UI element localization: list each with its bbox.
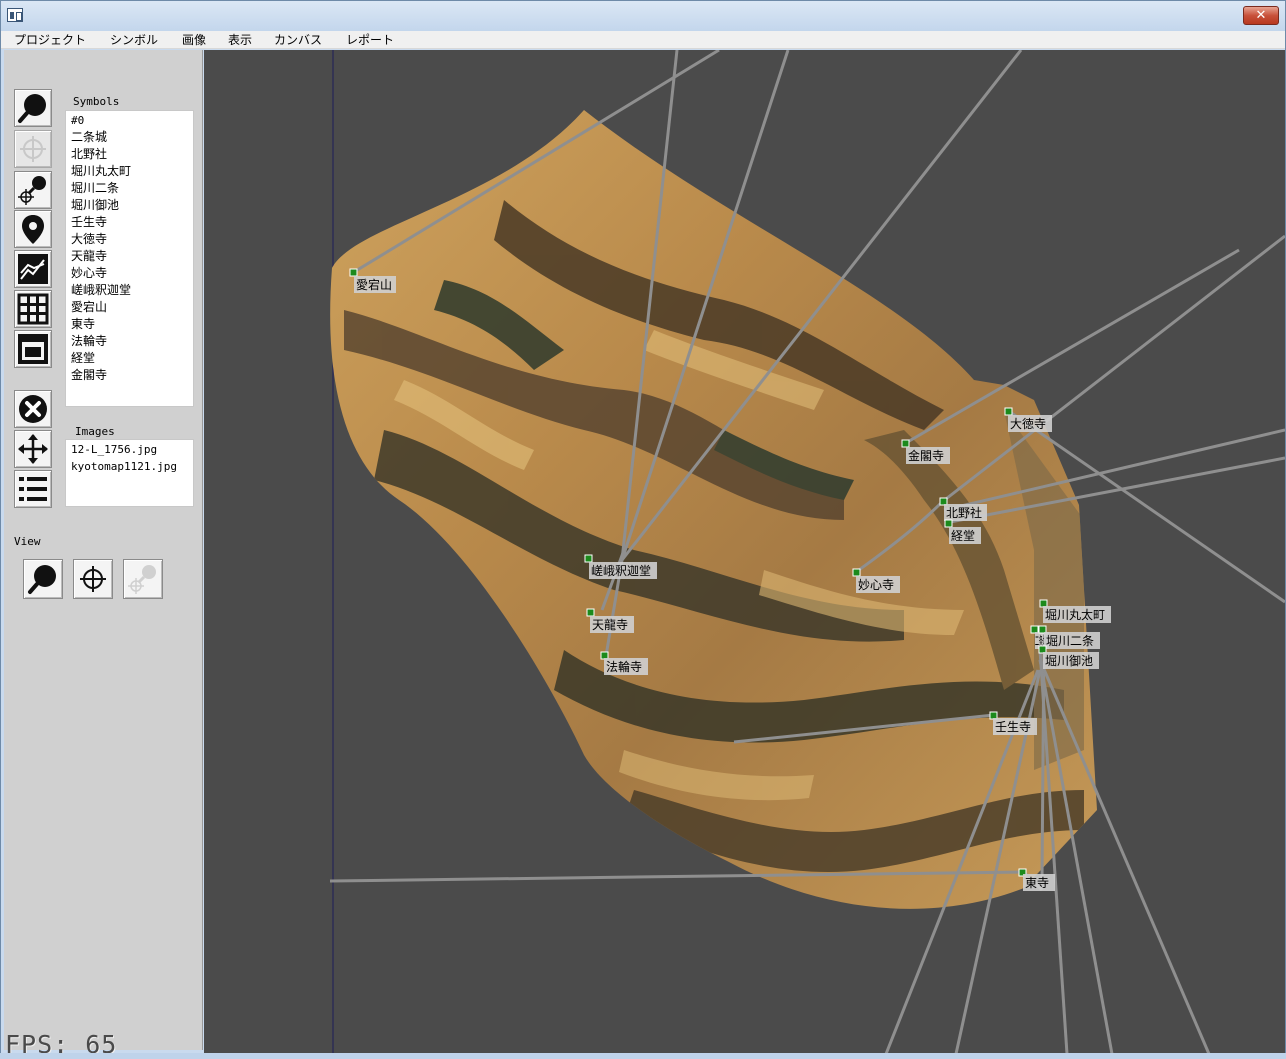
layout-tool-button[interactable] xyxy=(14,330,52,368)
list-item[interactable]: kyotomap1121.jpg xyxy=(71,458,193,475)
grid-tool-button[interactable] xyxy=(14,290,52,328)
title-bar: ✕ xyxy=(1,1,1285,31)
list-item[interactable]: 12-L_1756.jpg xyxy=(71,441,193,458)
list-item[interactable]: 経堂 xyxy=(71,350,193,367)
list-item[interactable]: 壬生寺 xyxy=(71,214,193,231)
magnifier-icon xyxy=(28,565,56,594)
marker-label: 壬生寺 xyxy=(995,720,1031,734)
marker-label: 金閣寺 xyxy=(908,448,944,463)
images-header: Images xyxy=(75,425,115,438)
magnifier-icon xyxy=(18,94,46,123)
line-chart-icon xyxy=(18,254,48,284)
view-zoom-button[interactable] xyxy=(23,559,63,599)
list-item[interactable]: 嵯峨釈迦堂 xyxy=(71,282,193,299)
crosshair-icon xyxy=(80,566,106,592)
list-item[interactable]: 堀川御池 xyxy=(71,197,193,214)
chart-tool-button[interactable] xyxy=(14,250,52,288)
menu-view[interactable]: 表示 xyxy=(228,32,252,48)
marker-label: 北野社 xyxy=(946,505,982,520)
marker-label: 妙心寺 xyxy=(858,578,894,592)
marker-label: 愛宕山 xyxy=(356,277,392,292)
menu-report[interactable]: レポート xyxy=(346,32,394,48)
marker-label: 東寺 xyxy=(1025,876,1049,890)
place-pin-tool-button[interactable] xyxy=(14,210,52,248)
symbols-list[interactable]: #0 二条城 北野社 堀川丸太町 堀川二条 堀川御池 壬生寺 大徳寺 天龍寺 妙… xyxy=(65,110,194,407)
list-item[interactable]: 東寺 xyxy=(71,316,193,333)
close-button[interactable]: ✕ xyxy=(1243,6,1279,25)
list-item[interactable]: 大徳寺 xyxy=(71,231,193,248)
grid-icon xyxy=(17,293,49,325)
app-icon xyxy=(7,8,23,22)
magnifier-crosshair-icon xyxy=(18,176,46,205)
list-item[interactable]: 妙心寺 xyxy=(71,265,193,282)
app-window: ✕ プロジェクト シンボル 画像 表示 カンバス レポート Symbols #0… xyxy=(0,0,1286,1059)
delete-tool-button[interactable] xyxy=(14,390,52,428)
menu-project[interactable]: プロジェクト xyxy=(14,32,86,48)
view-label: View xyxy=(14,535,41,548)
list-tool-button[interactable] xyxy=(14,470,52,508)
map-canvas[interactable]: 愛宕山 大徳寺 金閣寺 北野社 経堂 嵯峨釈迦堂 妙心寺 天龍寺 法輪寺 堀川丸… xyxy=(204,50,1285,1054)
move-tool-button[interactable] xyxy=(14,430,52,468)
sidebar: Symbols #0 二条城 北野社 堀川丸太町 堀川二条 堀川御池 壬生寺 大… xyxy=(4,50,203,1050)
menu-canvas[interactable]: カンバス xyxy=(274,32,322,48)
marker-label: 堀川御池 xyxy=(1045,653,1093,668)
marker-label: 大徳寺 xyxy=(1010,416,1046,431)
move-arrows-icon xyxy=(18,434,48,464)
marker-label: 経堂 xyxy=(951,529,975,543)
magnifier-crosshair-icon xyxy=(128,565,156,594)
marker-label: 堀川二条 xyxy=(1046,633,1094,648)
list-item[interactable]: 愛宕山 xyxy=(71,299,193,316)
list-item[interactable]: 天龍寺 xyxy=(71,248,193,265)
marker-label: 天龍寺 xyxy=(592,617,628,632)
marker-label: 法輪寺 xyxy=(606,659,642,674)
window-layout-icon xyxy=(18,334,48,364)
list-item[interactable]: 北野社 xyxy=(71,146,193,163)
symbols-header: Symbols xyxy=(73,95,120,108)
menu-symbol[interactable]: シンボル xyxy=(110,32,158,48)
zoom-tool-button[interactable] xyxy=(14,89,52,127)
view-target-button[interactable] xyxy=(73,559,113,599)
map-viewport[interactable]: 愛宕山 大徳寺 金閣寺 北野社 経堂 嵯峨釈迦堂 妙心寺 天龍寺 法輪寺 堀川丸… xyxy=(204,50,1285,1054)
view-zoom-target-button[interactable] xyxy=(123,559,163,599)
list-item[interactable]: 法輪寺 xyxy=(71,333,193,350)
list-item[interactable]: 金閣寺 xyxy=(71,367,193,384)
marker-label: 嵯峨釈迦堂 xyxy=(591,564,651,578)
list-item[interactable]: #0 xyxy=(71,112,193,129)
close-circle-icon xyxy=(19,395,47,423)
window-bottom-border xyxy=(0,1053,1286,1057)
list-icon xyxy=(19,477,47,501)
marker-label: 堀川丸太町 xyxy=(1045,607,1105,622)
target-tool-button[interactable] xyxy=(14,130,52,168)
crosshair-icon xyxy=(20,136,46,162)
zoom-target-tool-button[interactable] xyxy=(14,171,52,209)
list-item[interactable]: 堀川二条 xyxy=(71,180,193,197)
list-item[interactable]: 二条城 xyxy=(71,129,193,146)
list-item[interactable]: 堀川丸太町 xyxy=(71,163,193,180)
menu-image[interactable]: 画像 xyxy=(182,32,206,48)
images-list[interactable]: 12-L_1756.jpg kyotomap1121.jpg xyxy=(65,439,194,507)
map-pin-icon xyxy=(22,215,44,244)
menu-bar: プロジェクト シンボル 画像 表示 カンバス レポート xyxy=(1,31,1285,49)
